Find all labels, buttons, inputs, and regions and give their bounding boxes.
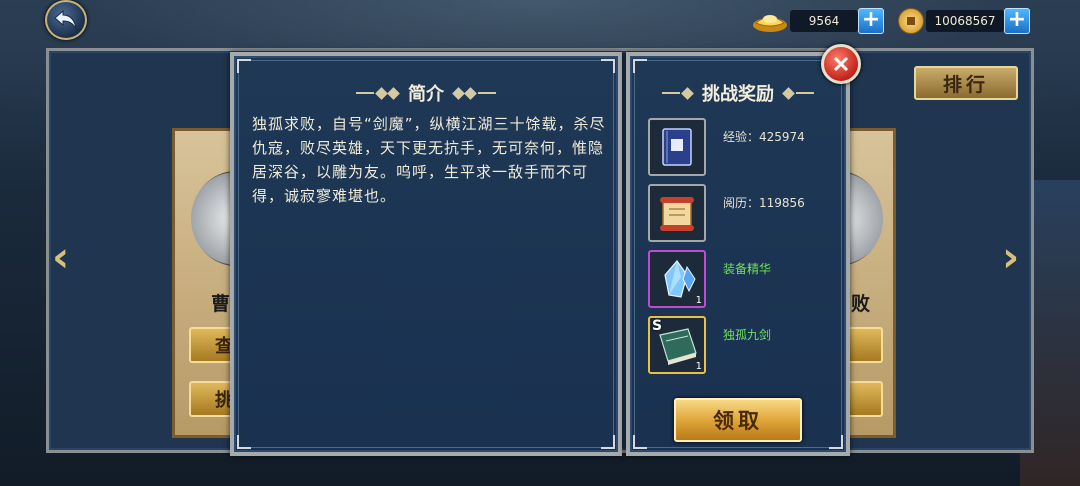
close-button[interactable] — [821, 44, 861, 84]
ingot-value: 9564 — [790, 10, 858, 32]
panel-corner — [601, 435, 615, 449]
reward-label: 独孤九剑 — [723, 328, 772, 342]
claim-button[interactable]: 领取 — [674, 398, 802, 442]
ingot-currency: 9564 + — [752, 8, 884, 34]
reward-slot[interactable]: 1 — [648, 250, 706, 308]
prev-arrow-icon[interactable]: ‹ — [52, 232, 69, 281]
reward-label: 阅历：119856 — [723, 196, 805, 210]
coin-value: 10068567 — [926, 10, 1004, 32]
reward-item-experience: 阅历：119856 — [648, 184, 838, 244]
close-icon — [833, 56, 849, 72]
intro-title-bar: 简介 — [234, 80, 618, 106]
reward-item-essence: 1 装备精华 — [648, 250, 838, 310]
ornament-left-icon — [356, 86, 400, 100]
rank-s-badge: S — [652, 318, 663, 334]
reward-slot[interactable] — [648, 184, 706, 242]
reward-item-exp: 经验：425974 — [648, 118, 838, 178]
coin-currency: 10068567 + — [898, 8, 1030, 34]
reward-slot[interactable]: S 1 — [648, 316, 706, 374]
ornament-left-icon — [662, 86, 694, 100]
copper-coin-icon — [898, 8, 924, 34]
reward-quantity: 1 — [695, 295, 702, 306]
panel-corner — [633, 435, 647, 449]
back-button[interactable] — [45, 0, 87, 40]
crystal-icon — [664, 260, 696, 298]
scroll-icon — [660, 197, 694, 231]
opponent-name: 败 — [851, 293, 871, 315]
panel-corner — [829, 435, 843, 449]
reward-label: 经验：425974 — [723, 130, 805, 144]
gold-ingot-icon — [752, 9, 788, 33]
intro-title: 简介 — [408, 84, 444, 105]
rank-button[interactable]: 排行 — [914, 66, 1018, 100]
panel-corner — [633, 59, 647, 73]
reward-panel: 挑战奖励 经验：425974 阅历：119856 1 装备精华 S 1 独孤九剑… — [626, 52, 850, 456]
back-arrow-icon — [54, 9, 77, 30]
next-arrow-icon[interactable]: › — [1002, 232, 1019, 281]
add-ingot-button[interactable]: + — [858, 8, 884, 34]
intro-description: 独孤求败，自号“剑魔”，纵横江湖三十馀载，杀尽仇寇，败尽英雄，天下更无抗手，无可… — [252, 115, 606, 205]
add-coin-button[interactable]: + — [1004, 8, 1030, 34]
reward-item-skill: S 1 独孤九剑 — [648, 316, 838, 376]
panel-corner — [237, 59, 251, 73]
reward-title-bar: 挑战奖励 — [630, 80, 846, 106]
reward-title: 挑战奖励 — [702, 84, 774, 105]
reward-slot[interactable] — [648, 118, 706, 176]
intro-panel: 简介 独孤求败，自号“剑魔”，纵横江湖三十馀载，杀尽仇寇，败尽英雄，天下更无抗手… — [230, 52, 622, 456]
reward-label: 装备精华 — [723, 262, 772, 276]
book-icon — [662, 128, 692, 166]
panel-corner — [601, 59, 615, 73]
opponent-name: 曹 — [211, 293, 231, 315]
ornament-right-icon — [452, 86, 496, 100]
reward-quantity: 1 — [695, 361, 702, 372]
ornament-right-icon — [782, 86, 814, 100]
panel-corner — [237, 435, 251, 449]
